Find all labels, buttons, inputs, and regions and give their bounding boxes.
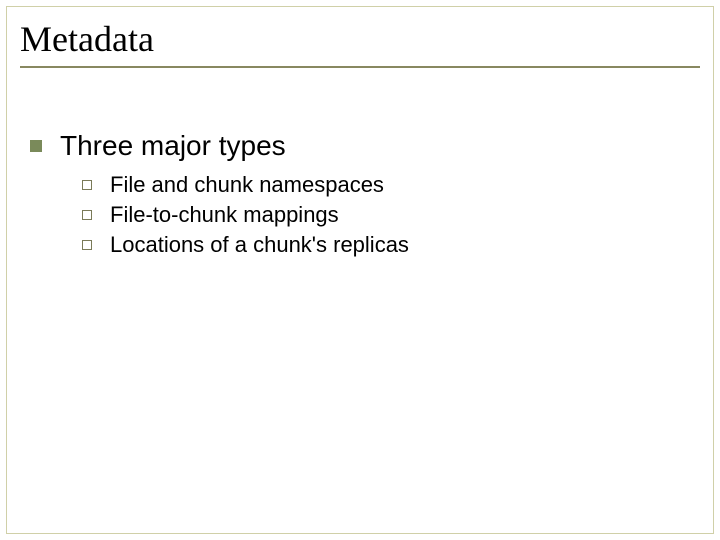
slide-title: Metadata [20,18,700,64]
content-area: Three major types File and chunk namespa… [30,130,680,262]
bullet-level2: Locations of a chunk's replicas [82,232,680,258]
sub-point-text: Locations of a chunk's replicas [110,232,409,258]
outline-square-bullet-icon [82,180,92,190]
slide-border [6,6,714,534]
main-point-text: Three major types [60,130,286,162]
sub-point-text: File-to-chunk mappings [110,202,339,228]
filled-square-bullet-icon [30,140,42,152]
outline-square-bullet-icon [82,210,92,220]
title-section: Metadata [20,18,700,68]
sub-points-container: File and chunk namespaces File-to-chunk … [82,172,680,258]
title-underline [20,66,700,68]
outline-square-bullet-icon [82,240,92,250]
bullet-level2: File and chunk namespaces [82,172,680,198]
sub-point-text: File and chunk namespaces [110,172,384,198]
bullet-level2: File-to-chunk mappings [82,202,680,228]
bullet-level1: Three major types [30,130,680,162]
